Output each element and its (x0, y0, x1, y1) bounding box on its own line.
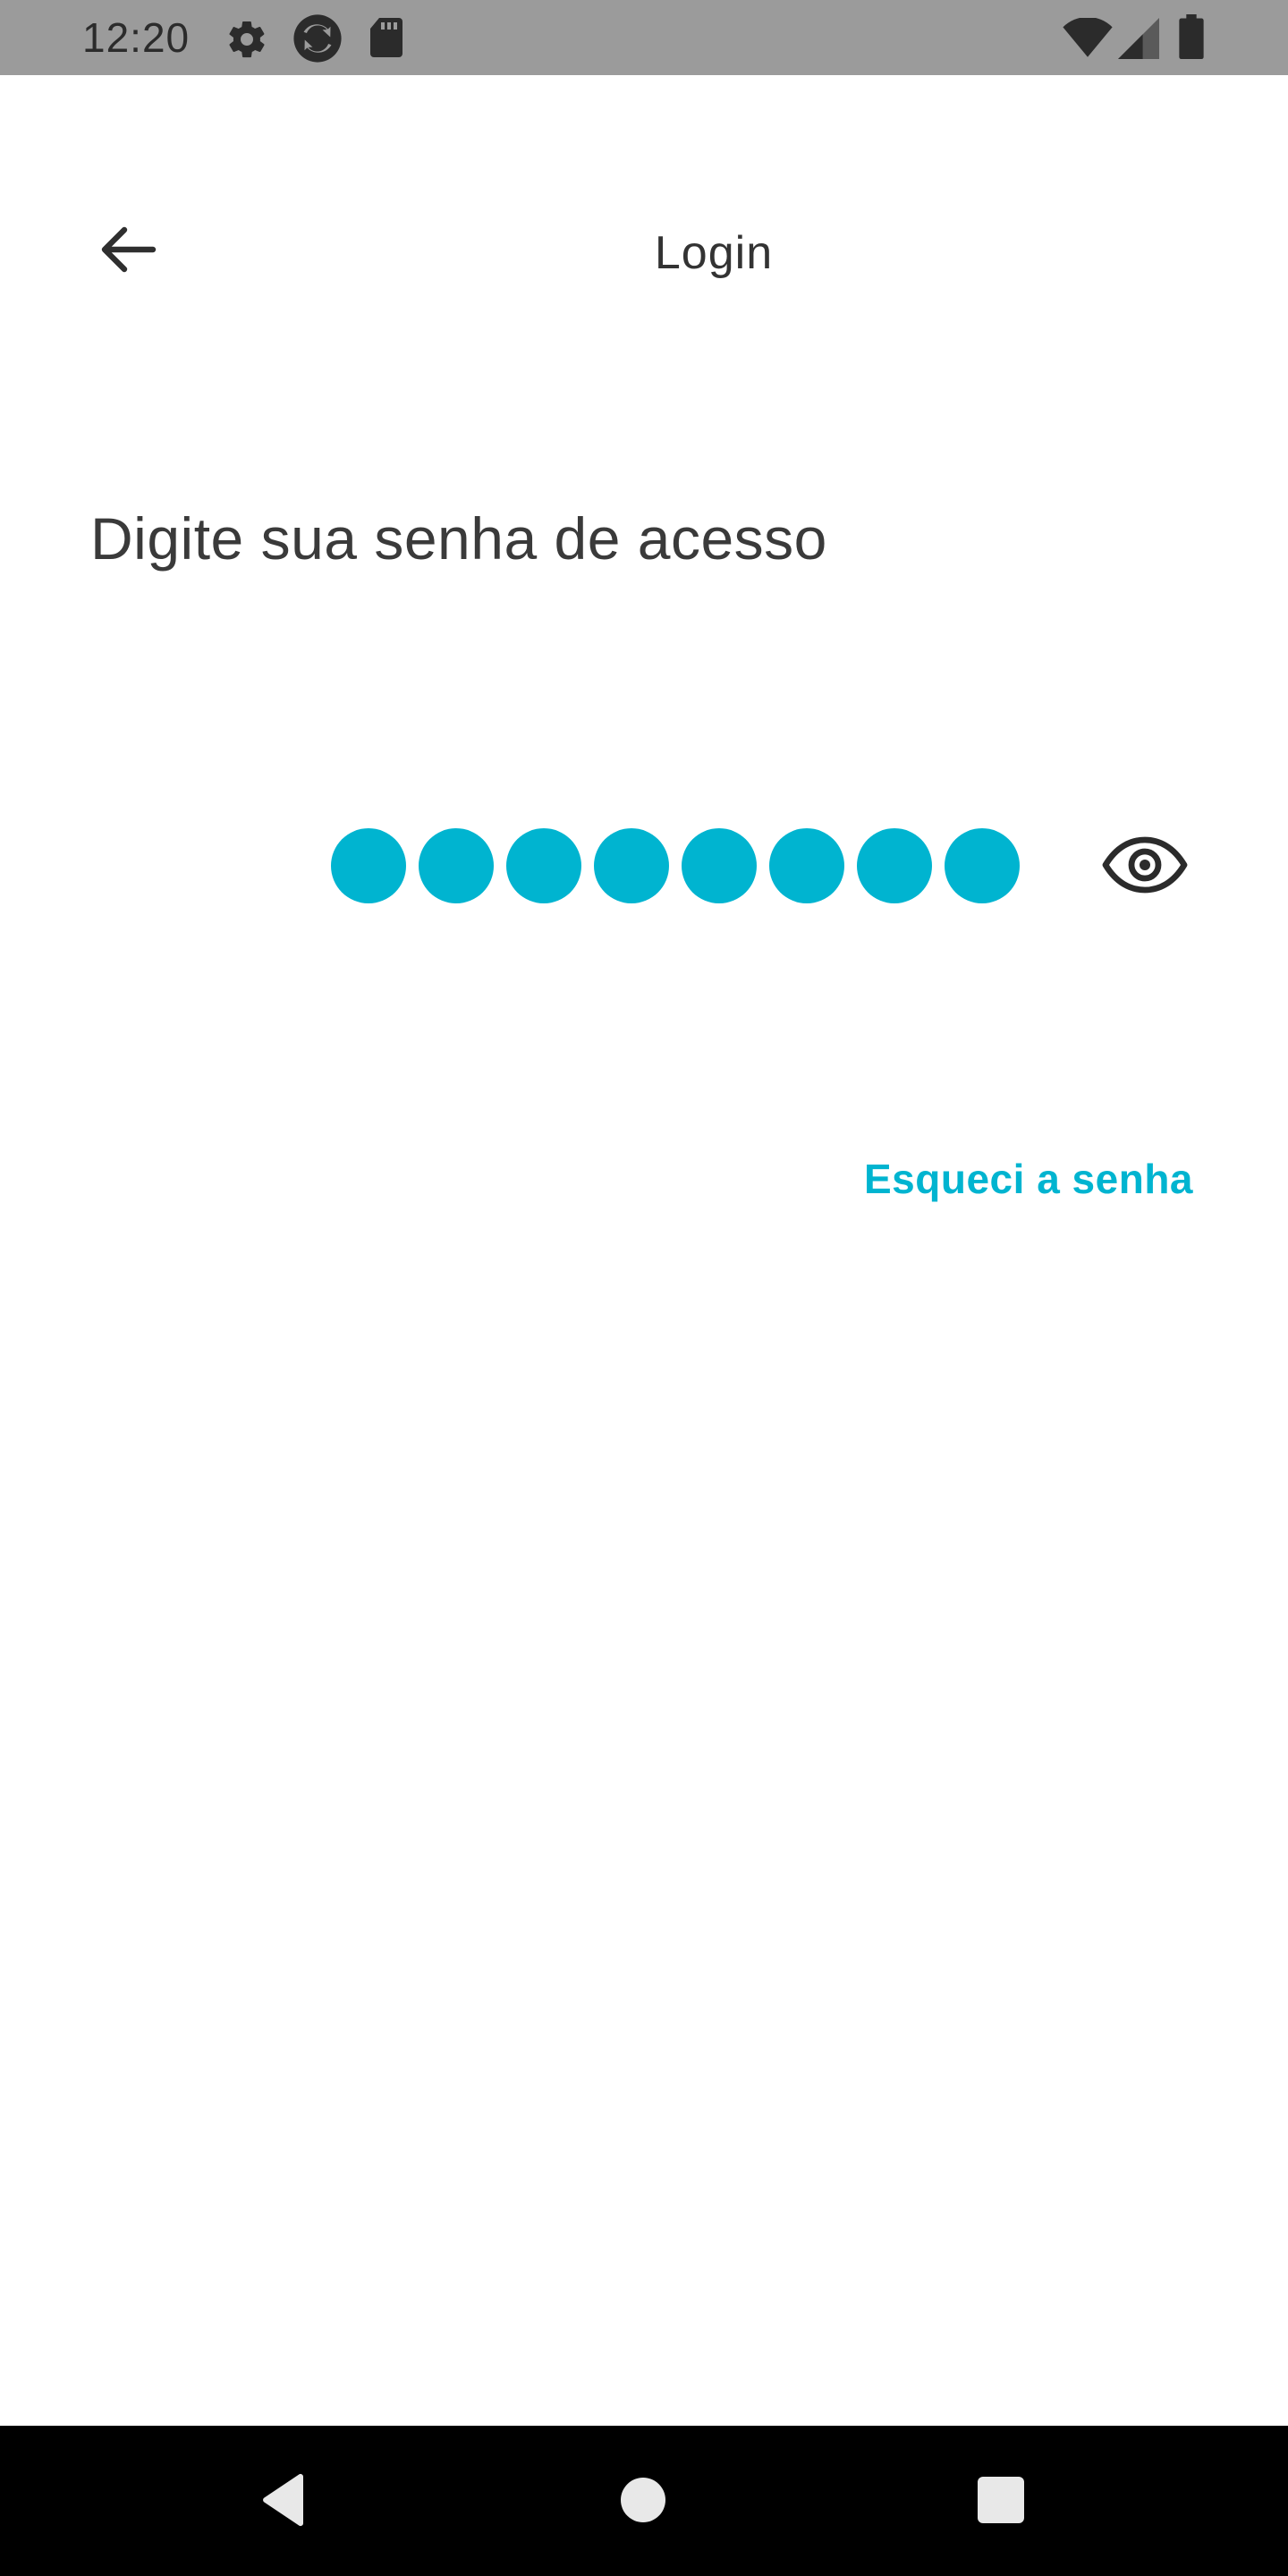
home-circle-icon (620, 2477, 666, 2528)
toggle-password-visibility-button[interactable] (1093, 826, 1197, 907)
page-title: Login (654, 227, 774, 279)
back-triangle-icon (258, 2472, 309, 2532)
pin-dot (682, 828, 757, 903)
nav-home-button[interactable] (594, 2453, 692, 2551)
eye-icon (1102, 836, 1188, 898)
pin-dot (506, 828, 581, 903)
status-time: 12:20 (82, 14, 191, 61)
battery-icon (1179, 14, 1204, 64)
wifi-icon (1063, 16, 1113, 64)
system-nav-bar (0, 2426, 1288, 2576)
pin-dot (331, 828, 406, 903)
cell-signal-icon (1118, 18, 1159, 64)
forgot-password-link[interactable]: Esqueci a senha (864, 1150, 1193, 1208)
pin-dot (857, 828, 932, 903)
password-pin-field[interactable] (331, 828, 1029, 903)
login-screen: 12:20 Login Digite sua senha de acesso E… (0, 0, 1288, 2576)
pin-dot (769, 828, 844, 903)
sync-icon (292, 13, 343, 69)
pin-dot (594, 828, 669, 903)
pin-dot (945, 828, 1020, 903)
settings-icon (225, 18, 268, 65)
pin-dot (419, 828, 494, 903)
nav-back-button[interactable] (234, 2453, 333, 2551)
nav-recents-button[interactable] (952, 2453, 1050, 2551)
recents-square-icon (977, 2476, 1025, 2529)
password-prompt-heading: Digite sua senha de acesso (90, 505, 827, 572)
status-bar: 12:20 (0, 0, 1288, 75)
sd-card-icon (367, 16, 406, 64)
